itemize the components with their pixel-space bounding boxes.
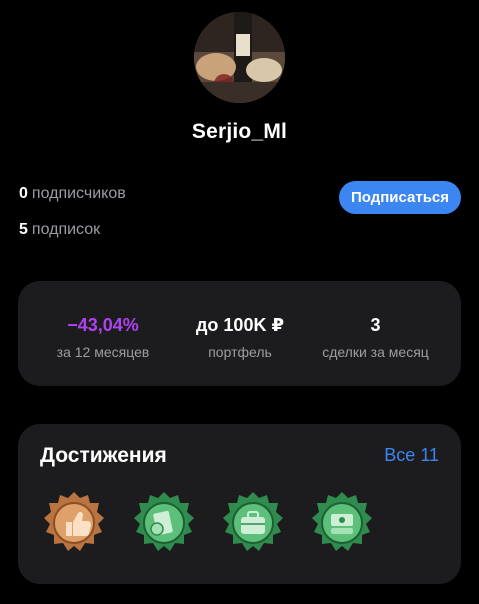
stat-label: портфель bbox=[208, 344, 272, 360]
stat-label: сделки за месяц bbox=[322, 344, 429, 360]
followers-count[interactable]: 0 подписчиков bbox=[19, 185, 126, 203]
followers-number: 0 bbox=[19, 185, 28, 202]
briefcase-icon[interactable] bbox=[219, 488, 287, 556]
avatar-photo bbox=[194, 12, 285, 103]
username: Serjio_Ml bbox=[191, 120, 288, 143]
thumbs-up-icon[interactable] bbox=[40, 488, 108, 556]
money-icon[interactable] bbox=[130, 488, 198, 556]
follow-button[interactable]: Подписаться bbox=[339, 181, 461, 214]
following-count[interactable]: 5 подписок bbox=[19, 221, 100, 239]
following-number: 5 bbox=[19, 221, 28, 238]
achievements-title: Достижения bbox=[40, 444, 167, 467]
stat-yearly-return: −43,04% за 12 месяцев bbox=[38, 315, 168, 360]
followers-label: подписчиков bbox=[31, 185, 126, 202]
stat-value: 3 bbox=[370, 315, 381, 335]
portfolio-stats-card: −43,04% за 12 месяцев до 100K ₽ портфель… bbox=[18, 281, 461, 386]
stat-portfolio-size: до 100K ₽ портфель bbox=[175, 315, 305, 360]
achievements-all-link[interactable]: Все 11 bbox=[384, 445, 439, 466]
cash-stack-icon[interactable] bbox=[308, 488, 376, 556]
stat-value: до 100K ₽ bbox=[196, 315, 284, 335]
stat-label: за 12 месяцев bbox=[56, 344, 150, 360]
avatar[interactable] bbox=[194, 12, 285, 103]
following-label: подписок bbox=[31, 221, 101, 238]
stat-value: −43,04% bbox=[67, 315, 139, 335]
stat-monthly-deals: 3 сделки за месяц bbox=[308, 315, 443, 360]
achievements-card: Достижения Все 11 bbox=[18, 424, 461, 584]
